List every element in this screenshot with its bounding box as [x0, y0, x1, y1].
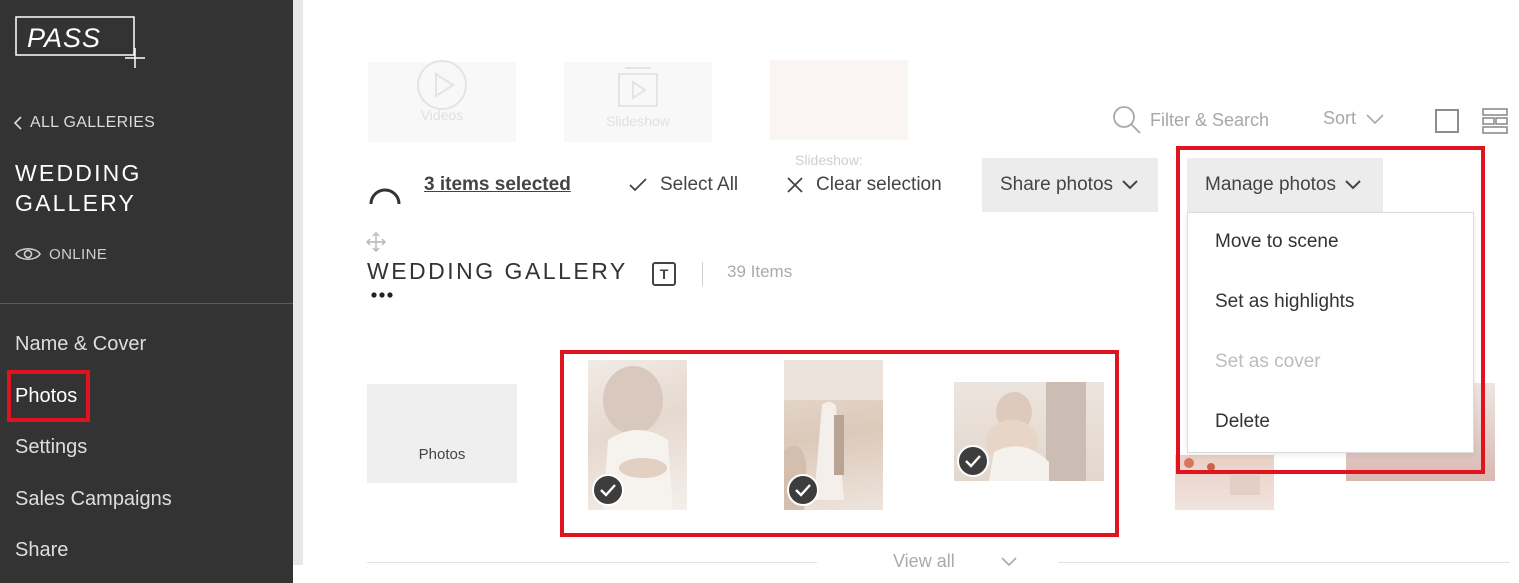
grid-view-icon[interactable]	[1482, 108, 1508, 134]
filter-search[interactable]: Filter & Search	[1112, 105, 1269, 135]
svg-text:PASS: PASS	[27, 23, 101, 53]
manage-photos-menu: Move to scene Set as highlights Set as c…	[1187, 212, 1474, 453]
search-icon	[1113, 106, 1141, 134]
view-all-divider-left	[367, 562, 817, 563]
text-edit-icon[interactable]: T	[652, 262, 676, 286]
sidebar-item-photos[interactable]: Photos	[15, 385, 77, 408]
sidebar-item-settings[interactable]: Settings	[15, 436, 87, 459]
select-all-label: Select All	[660, 174, 739, 195]
status-indicator[interactable]: ONLINE	[15, 245, 107, 263]
pass-logo: PASS	[15, 16, 145, 68]
manage-photos-label: Manage photos	[1205, 174, 1336, 195]
clear-selection-label: Clear selection	[816, 174, 942, 195]
photo-thumbnail[interactable]	[1175, 455, 1274, 510]
selected-check-icon[interactable]	[957, 445, 989, 477]
sort-dropdown[interactable]: Sort	[1323, 108, 1386, 129]
chevron-down-icon	[1366, 113, 1384, 124]
view-all-label: View all	[893, 551, 955, 571]
sidebar-scrollbar[interactable]	[293, 0, 303, 565]
slideshow-tile-label: Slideshow	[606, 113, 670, 129]
scene-title: WEDDING GALLERY	[367, 258, 628, 284]
videos-tile[interactable]: Videos	[368, 60, 516, 142]
all-galleries-label: ALL GALLERIES	[30, 114, 156, 131]
chevron-left-icon	[13, 116, 22, 130]
select-all-button[interactable]: Select All	[628, 174, 738, 196]
menu-item-delete[interactable]: Delete	[1215, 411, 1270, 433]
status-label: ONLINE	[49, 245, 108, 263]
photo-image	[1184, 458, 1260, 495]
play-circle-icon	[417, 60, 467, 110]
eye-icon	[15, 247, 41, 261]
selected-check-icon[interactable]	[787, 474, 819, 506]
slideshow-icon	[618, 67, 658, 107]
share-photos-label: Share photos	[1000, 174, 1114, 195]
filter-search-placeholder: Filter & Search	[1150, 109, 1270, 130]
slideshow-cover-tile[interactable]	[770, 60, 908, 140]
chevron-down-icon	[1345, 180, 1361, 190]
move-icon[interactable]	[366, 232, 386, 252]
videos-tile-label: Videos	[420, 107, 464, 123]
view-all-button[interactable]: View all	[893, 551, 1019, 572]
menu-item-set-as-highlights[interactable]: Set as highlights	[1215, 291, 1354, 313]
menu-item-set-as-cover: Set as cover	[1215, 351, 1321, 372]
share-photos-button[interactable]: Share photos	[982, 158, 1158, 212]
photos-upload-tile[interactable]: Photos	[367, 384, 517, 483]
close-icon	[787, 177, 803, 193]
sidebar-item-share[interactable]: Share	[15, 539, 68, 562]
slideshow-cover-caption: Slideshow:	[795, 152, 863, 168]
sidebar-item-name-cover[interactable]: Name & Cover	[15, 333, 146, 356]
checkmark-icon	[629, 178, 647, 192]
clear-selection-button[interactable]: Clear selection	[786, 174, 942, 196]
chevron-down-icon	[1122, 180, 1138, 190]
divider	[702, 262, 703, 286]
sidebar-item-sales-campaigns[interactable]: Sales Campaigns	[15, 488, 172, 511]
sidebar-divider	[0, 303, 293, 304]
all-galleries-link[interactable]: ALL GALLERIES	[8, 112, 155, 134]
item-count: 39 Items	[727, 262, 793, 281]
gallery-title: WEDDING GALLERY	[15, 160, 142, 216]
sort-label: Sort	[1323, 108, 1357, 128]
sidebar: PASS ALL GALLERIES WEDDING GALLERY ONLIN…	[0, 0, 293, 583]
manage-photos-button[interactable]: Manage photos	[1187, 158, 1383, 212]
selected-count-link[interactable]: 3 items selected	[424, 174, 571, 196]
single-view-icon[interactable]	[1435, 109, 1459, 133]
more-options-icon[interactable]	[370, 290, 394, 300]
selected-check-icon[interactable]	[592, 474, 624, 506]
loading-spinner-icon	[369, 188, 401, 205]
slideshow-tile[interactable]: Slideshow	[564, 62, 712, 142]
view-all-divider-right	[1058, 562, 1510, 563]
menu-item-move-to-scene[interactable]: Move to scene	[1215, 231, 1339, 253]
chevron-down-icon	[1001, 556, 1017, 566]
